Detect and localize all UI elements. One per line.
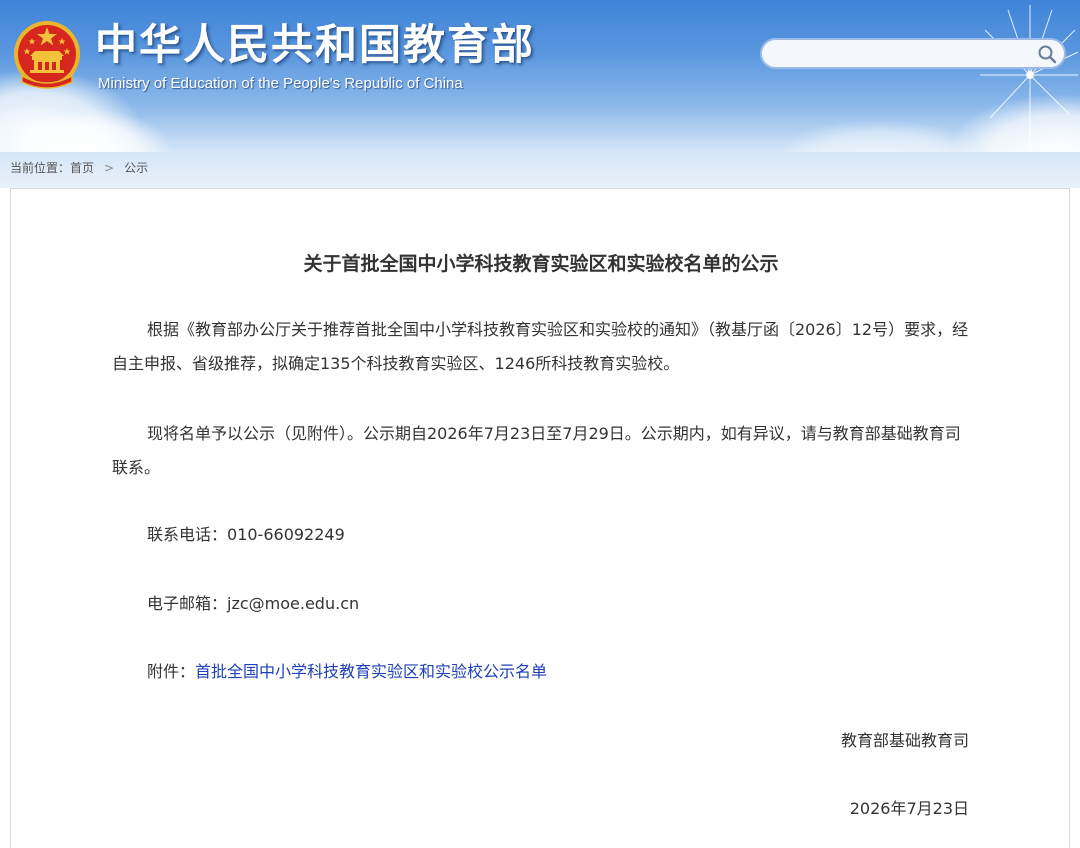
- phone-label: 联系电话：: [147, 525, 228, 544]
- signature: 教育部基础教育司: [840, 731, 969, 750]
- breadcrumb-prefix: 当前位置：: [10, 161, 71, 175]
- search-box: [760, 38, 1066, 69]
- site-title: 中华人民共和国教育部: [95, 20, 536, 69]
- search-input[interactable]: [776, 44, 1030, 66]
- article-container: 关于首批全国中小学科技教育实验区和实验校名单的公示 根据《教育部办公厅关于推荐首…: [10, 188, 1070, 848]
- breadcrumb: 当前位置：首页 > 公示: [10, 159, 148, 176]
- article-paragraph: 根据《教育部办公厅关于推荐首批全国中小学科技教育实验区和实验校的通知》（教基厅函…: [112, 320, 969, 373]
- article-paragraph: 现将名单予以公示（见附件）。公示期自2026年7月23日至7月29日。公示期内，…: [112, 424, 961, 477]
- attachment-label: 附件：: [147, 662, 196, 681]
- dandelion-decoration: [980, 5, 1079, 150]
- contact-phone: 联系电话：010-66092249: [147, 523, 345, 547]
- phone-number: 010-66092249: [227, 525, 345, 544]
- email-label: 电子邮箱：: [147, 594, 228, 613]
- publish-date: 2026年7月23日: [849, 799, 969, 818]
- search-button[interactable]: [1036, 43, 1058, 65]
- breadcrumb-bar: 当前位置：首页 > 公示: [0, 152, 1080, 188]
- site-header: 中华人民共和国教育部 Ministry of Education of the …: [0, 0, 1080, 152]
- contact-email: 电子邮箱：jzc@moe.edu.cn: [147, 592, 359, 616]
- email-address: jzc@moe.edu.cn: [227, 594, 360, 613]
- national-emblem-icon: [14, 21, 80, 89]
- breadcrumb-notice-link[interactable]: 公示: [124, 161, 148, 175]
- cloud-decoration: [780, 120, 980, 152]
- breadcrumb-home-link[interactable]: 首页: [70, 161, 94, 175]
- site-subtitle: Ministry of Education of the People's Re…: [98, 75, 463, 92]
- search-icon: [1038, 45, 1057, 64]
- breadcrumb-separator: >: [104, 161, 115, 175]
- attachment-link[interactable]: 首批全国中小学科技教育实验区和实验校公示名单: [195, 662, 547, 681]
- attachment: 附件：首批全国中小学科技教育实验区和实验校公示名单: [147, 660, 547, 684]
- article-title: 关于首批全国中小学科技教育实验区和实验校名单的公示: [303, 253, 779, 275]
